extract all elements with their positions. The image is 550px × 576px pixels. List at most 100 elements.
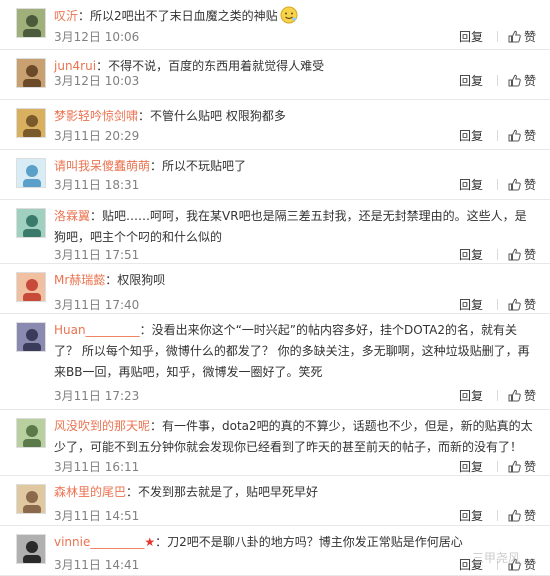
reply-button[interactable]: 回复 bbox=[459, 30, 483, 44]
comment-item: Mr赫瑞懿：权限狗呗 3月11日 17:40 回复 赞 bbox=[0, 264, 550, 314]
like-label: 赞 bbox=[523, 298, 536, 312]
comment-actions: 回复 赞 bbox=[459, 72, 536, 90]
thumbs-up-icon bbox=[508, 248, 524, 262]
comment-timestamp: 3月11日 20:29 bbox=[54, 129, 140, 143]
comment-text: ：不管什么贴吧 权限狗都多 bbox=[138, 109, 286, 123]
thumbs-up-icon bbox=[508, 74, 524, 88]
comment-username-link[interactable]: jun4rui bbox=[54, 59, 96, 73]
like-button[interactable]: 赞 bbox=[508, 298, 536, 312]
like-button[interactable]: 赞 bbox=[508, 178, 536, 192]
comment-body: vinnie_________★：刀2吧不是聊八卦的地方吗？博主你发正常贴是作何… bbox=[54, 532, 538, 553]
comment-item: 请叫我呆傻蠢萌萌：所以不玩贴吧了 3月11日 18:31 回复赞 bbox=[0, 150, 550, 200]
comment-body: 梦影轻吟惊剑啸：不管什么贴吧 权限狗都多 bbox=[54, 106, 538, 127]
like-button[interactable]: 赞 bbox=[508, 509, 536, 523]
avatar[interactable] bbox=[16, 484, 46, 514]
comment-meta: 3月11日 14:41 回复赞 bbox=[54, 556, 536, 574]
avatar[interactable] bbox=[16, 8, 46, 38]
comment-username-link[interactable]: Mr赫瑞懿 bbox=[54, 273, 105, 287]
avatar[interactable] bbox=[16, 158, 46, 188]
comment-text: ：不得不说，百度的东西用着就觉得人难受 bbox=[96, 59, 325, 73]
like-label: 赞 bbox=[523, 30, 536, 44]
like-label: 赞 bbox=[523, 509, 536, 523]
like-label: 赞 bbox=[523, 129, 536, 143]
comment-body: 森林里的尾巴：不发到那去就是了，贴吧早死早好 bbox=[54, 482, 538, 503]
avatar[interactable] bbox=[16, 322, 46, 352]
comment-actions: 回复 赞 bbox=[459, 458, 536, 476]
comment-username-link[interactable]: 洛霖翼 bbox=[54, 209, 90, 223]
comment-timestamp: 3月11日 14:51 bbox=[54, 509, 140, 523]
comment-body: 请叫我呆傻蠢萌萌：所以不玩贴吧了 bbox=[54, 156, 538, 177]
comment-username-link[interactable]: 风没吹到的那天呢 bbox=[54, 419, 150, 433]
comment-actions: 回复 赞 bbox=[459, 387, 536, 405]
comment-meta: 3月11日 17:23 回复 赞 bbox=[54, 387, 536, 405]
reply-button[interactable]: 回复 bbox=[459, 248, 483, 262]
comment-actions: 回复 赞 bbox=[459, 28, 536, 46]
thumbs-up-icon bbox=[508, 509, 524, 523]
comment-username-link[interactable]: 森林里的尾巴 bbox=[54, 485, 126, 499]
action-divider bbox=[496, 510, 498, 521]
comment-actions: 回复 赞 bbox=[459, 246, 536, 264]
like-button[interactable]: 赞 bbox=[508, 460, 536, 474]
like-label: 赞 bbox=[523, 74, 536, 88]
thumbs-up-icon bbox=[508, 30, 524, 44]
comment-text: ：刀2吧不是聊八卦的地方吗？博主你发正常贴是作何居心 bbox=[155, 535, 463, 549]
like-label: 赞 bbox=[523, 178, 536, 192]
action-divider bbox=[496, 390, 498, 401]
thumbs-up-icon bbox=[508, 129, 524, 143]
comment-timestamp: 3月12日 10:03 bbox=[54, 74, 140, 88]
reply-button[interactable]: 回复 bbox=[459, 509, 483, 523]
watermark: 三甲尧风 bbox=[471, 551, 520, 565]
comment-body: 洛霖翼：贴吧……呵呵，我在某VR吧也是隔三差五封我，还是无封禁理由的。这些人，是… bbox=[54, 206, 538, 248]
action-divider bbox=[496, 299, 498, 310]
comment-text: ：所以2吧出不了末日血魔之类的神贴 bbox=[78, 9, 278, 23]
avatar[interactable] bbox=[16, 418, 46, 448]
comment-timestamp: 3月11日 14:41 bbox=[54, 558, 140, 572]
action-divider bbox=[496, 75, 498, 86]
comment-actions: 回复 赞 bbox=[459, 507, 536, 525]
comment-item: 风没吹到的那天呢：有一件事，dota2吧的真的不算少，话题也不少，但是，新的贴真… bbox=[0, 410, 550, 476]
like-label: 赞 bbox=[523, 460, 536, 474]
reply-button[interactable]: 回复 bbox=[459, 389, 483, 403]
comment-username-link[interactable]: 叹沂 bbox=[54, 9, 78, 23]
avatar[interactable] bbox=[16, 108, 46, 138]
comment-item: 叹沂：所以2吧出不了末日血魔之类的神贴 3月12日 10:06 回复 赞 bbox=[0, 0, 550, 50]
comment-timestamp: 3月12日 10:06 bbox=[54, 30, 140, 44]
comment-item: 森林里的尾巴：不发到那去就是了，贴吧早死早好 3月11日 14:51 回复 赞 bbox=[0, 476, 550, 526]
avatar[interactable] bbox=[16, 272, 46, 302]
comment-username-link[interactable]: 请叫我呆傻蠢萌萌 bbox=[54, 159, 150, 173]
comment-body: 风没吹到的那天呢：有一件事，dota2吧的真的不算少，话题也不少，但是，新的贴真… bbox=[54, 416, 538, 458]
like-button[interactable]: 赞 bbox=[508, 389, 536, 403]
comment-text: ：不发到那去就是了，贴吧早死早好 bbox=[126, 485, 319, 499]
comment-meta: 3月12日 10:03 回复 赞 bbox=[54, 72, 536, 90]
like-label: 赞 bbox=[523, 558, 536, 572]
comment-username-link[interactable]: 梦影轻吟惊剑啸 bbox=[54, 109, 138, 123]
comment-meta: 3月11日 16:11 回复 赞 bbox=[54, 458, 536, 476]
comment-actions: 回复 赞 bbox=[459, 296, 536, 314]
like-button[interactable]: 赞 bbox=[508, 74, 536, 88]
comment-item: jun4rui：不得不说，百度的东西用着就觉得人难受 3月12日 10:03 回复 赞 bbox=[0, 50, 550, 100]
reply-button[interactable]: 回复 bbox=[459, 460, 483, 474]
comment-body: Mr赫瑞懿：权限狗呗 bbox=[54, 270, 538, 291]
reply-button[interactable]: 回复 bbox=[459, 129, 483, 143]
like-button[interactable]: 赞 bbox=[508, 248, 536, 262]
reply-button[interactable]: 回复 bbox=[459, 178, 483, 192]
like-button[interactable]: 赞 bbox=[508, 129, 536, 143]
like-button[interactable]: 赞 bbox=[508, 30, 536, 44]
comment-timestamp: 3月11日 17:40 bbox=[54, 298, 140, 312]
avatar[interactable] bbox=[16, 208, 46, 238]
reply-button[interactable]: 回复 bbox=[459, 74, 483, 88]
reply-button[interactable]: 回复 bbox=[459, 298, 483, 312]
comment-timestamp: 3月11日 17:23 bbox=[54, 389, 140, 403]
member-star-icon: ★ bbox=[144, 535, 156, 549]
avatar[interactable] bbox=[16, 534, 46, 564]
avatar[interactable] bbox=[16, 58, 46, 88]
comment-meta: 3月12日 10:06 回复 赞 bbox=[54, 28, 536, 46]
action-divider bbox=[496, 179, 498, 190]
comment-item: Huan_________：没看出来你这个“一时兴起”的帖内容多好，挂个DOTA… bbox=[0, 314, 550, 410]
action-divider bbox=[496, 461, 498, 472]
thumbs-up-icon bbox=[508, 389, 524, 403]
action-divider bbox=[496, 249, 498, 260]
thumbs-up-icon bbox=[508, 460, 524, 474]
comment-username-link[interactable]: Huan_________ bbox=[54, 323, 140, 337]
comment-username-link[interactable]: vinnie_________ bbox=[54, 535, 144, 549]
